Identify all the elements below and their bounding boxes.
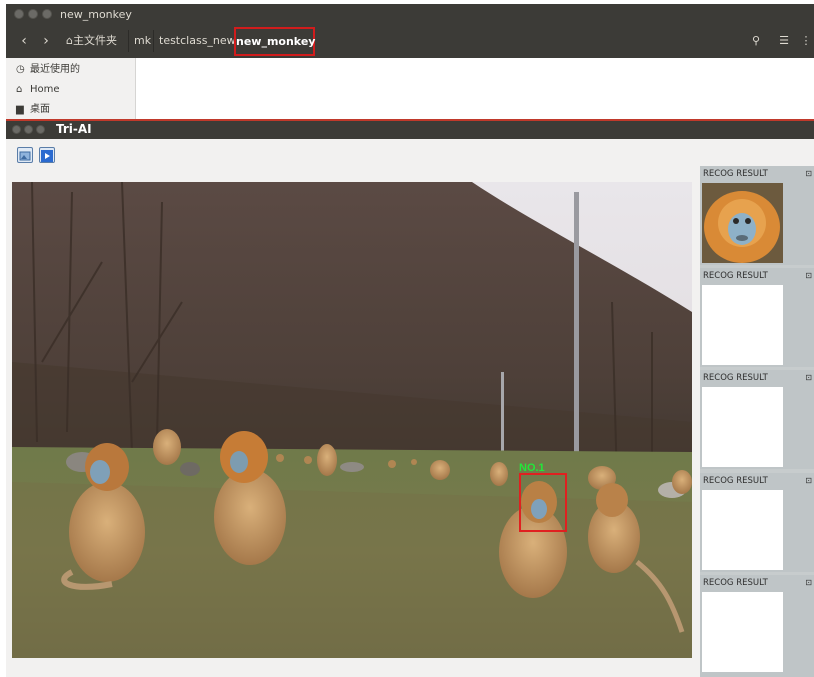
camera-scene <box>12 182 692 658</box>
breadcrumb-testclass-new[interactable]: testclass_new <box>159 33 236 51</box>
recog-result-header: RECOG RESULT <box>703 271 768 281</box>
recog-result-image <box>702 183 783 263</box>
recog-result-image <box>702 285 783 365</box>
clock-icon: ◷ <box>16 64 25 75</box>
recog-result-panel: RECOG RESULT ⊡ <box>700 575 814 677</box>
back-button[interactable]: ‹ <box>14 31 34 51</box>
search-icon[interactable]: ⚲ <box>748 33 764 49</box>
pin-icon[interactable]: ⊡ <box>805 476 812 485</box>
recog-result-panel: RECOG RESULT ⊡ <box>700 268 814 367</box>
open-image-button[interactable] <box>17 147 33 163</box>
home-icon: ⌂ <box>16 84 23 95</box>
pin-icon[interactable]: ⊡ <box>805 578 812 587</box>
recog-result-image <box>702 592 783 672</box>
file-manager-toolbar: ‹ › ⌂主文件夹 mk testclass_new new_monkey ⚲ … <box>6 24 814 58</box>
recog-result-panel: RECOG RESULT ⊡ <box>700 166 814 265</box>
file-manager-sidebar: ◷ 最近使用的 ⌂ Home ▆ 桌面 <box>6 58 136 120</box>
close-window-button[interactable] <box>12 125 21 134</box>
sidebar-item-desktop[interactable]: ▆ 桌面 <box>16 101 50 119</box>
grid-view-icon[interactable]: ⋮ <box>798 33 814 49</box>
image-icon <box>19 151 31 161</box>
sidebar-item-recent[interactable]: ◷ 最近使用的 <box>16 61 80 79</box>
file-manager-titlebar: new_monkey <box>6 4 814 24</box>
recog-result-panel: RECOG RESULT ⊡ <box>700 473 814 572</box>
recog-result-header: RECOG RESULT <box>703 169 768 179</box>
minimize-window-button[interactable] <box>24 125 33 134</box>
recog-result-image <box>702 490 783 570</box>
tri-ai-titlebar: Tri-AI <box>6 121 814 139</box>
sidebar-item-home[interactable]: ⌂ Home <box>16 81 60 99</box>
pin-icon[interactable]: ⊡ <box>805 169 812 178</box>
close-window-button[interactable] <box>14 9 24 19</box>
breadcrumb-divider <box>153 30 154 52</box>
recog-result-image <box>702 387 783 467</box>
forward-button[interactable]: › <box>36 31 56 51</box>
maximize-window-button[interactable] <box>42 9 52 19</box>
breadcrumb-new-monkey[interactable]: new_monkey <box>234 27 315 56</box>
play-icon <box>41 150 53 162</box>
list-view-icon[interactable]: ☰ <box>776 33 792 49</box>
folder-icon: ▆ <box>16 104 24 115</box>
breadcrumb-home[interactable]: ⌂主文件夹 <box>66 33 117 51</box>
file-manager-content <box>136 58 814 120</box>
recog-result-header: RECOG RESULT <box>703 578 768 588</box>
video-frame[interactable]: NO.1 <box>12 182 692 658</box>
pin-icon[interactable]: ⊡ <box>805 373 812 382</box>
breadcrumb-divider <box>128 30 129 52</box>
play-button[interactable] <box>39 147 55 163</box>
recog-result-panel: RECOG RESULT ⊡ <box>700 370 814 469</box>
pin-icon[interactable]: ⊡ <box>805 271 812 280</box>
monkey-face-thumbnail <box>702 183 783 263</box>
home-icon: ⌂ <box>66 34 73 47</box>
file-manager-title: new_monkey <box>60 8 132 21</box>
minimize-window-button[interactable] <box>28 9 38 19</box>
breadcrumb-mk[interactable]: mk <box>134 33 151 51</box>
maximize-window-button[interactable] <box>36 125 45 134</box>
recog-result-header: RECOG RESULT <box>703 373 768 383</box>
tri-ai-title: Tri-AI <box>56 122 92 136</box>
recog-result-header: RECOG RESULT <box>703 476 768 486</box>
detection-label: NO.1 <box>519 462 545 474</box>
